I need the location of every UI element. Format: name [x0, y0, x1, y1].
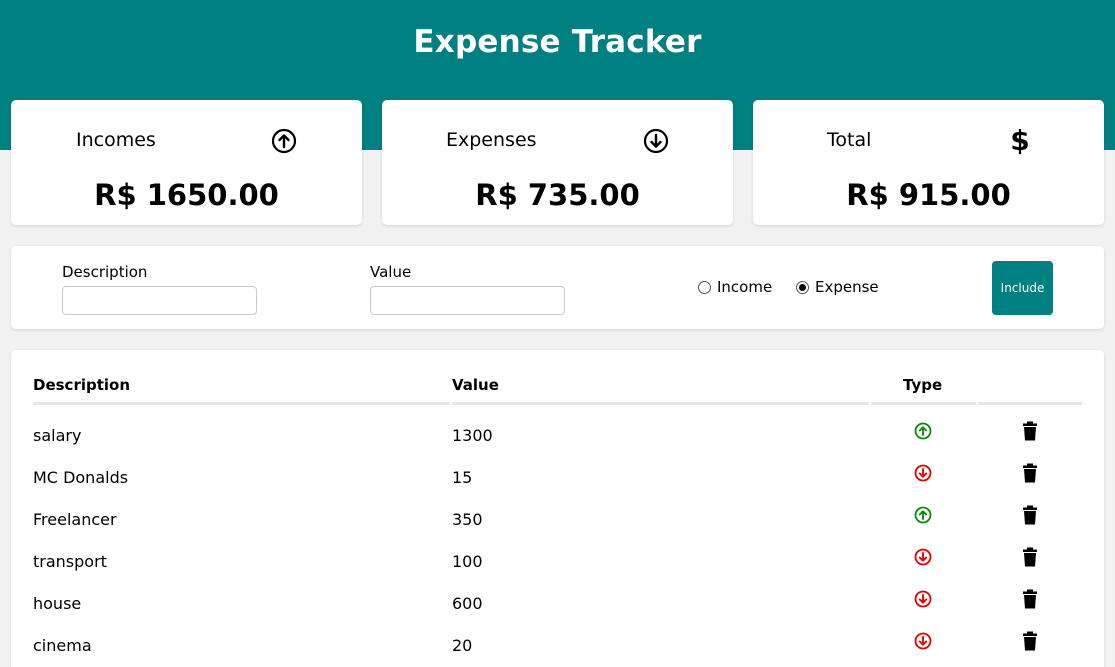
- radio-income[interactable]: Income: [698, 278, 772, 296]
- total-value: R$ 915.00: [846, 178, 1011, 212]
- row-description: MC Donalds: [33, 468, 129, 487]
- row-description: house: [33, 594, 82, 613]
- table-row: house 600: [11, 594, 1104, 636]
- total-label: Total: [827, 129, 872, 151]
- delete-trash-icon[interactable]: [1021, 547, 1039, 567]
- row-description: transport: [33, 552, 107, 571]
- radio-income-button[interactable]: [698, 280, 711, 294]
- total-card: Total $ R$ 915.00: [753, 100, 1104, 225]
- incomes-card: Incomes R$ 1650.00: [11, 100, 362, 225]
- arrow-down-circle-icon: [643, 128, 669, 154]
- delete-trash-icon[interactable]: [1021, 631, 1039, 651]
- value-label: Value: [370, 263, 412, 281]
- add-transaction-form: Description Value Income Expense Include: [11, 246, 1104, 329]
- income-arrow-up-icon: [913, 421, 933, 441]
- header-divider: [978, 402, 1082, 405]
- delete-trash-icon[interactable]: [1021, 421, 1039, 441]
- row-value: 20: [452, 636, 473, 655]
- header-divider: [871, 402, 976, 405]
- radio-expense[interactable]: Expense: [796, 278, 879, 296]
- expense-arrow-down-icon: [913, 631, 933, 651]
- transactions-table: Description Value Type salary 1300 MC Dona…: [11, 350, 1104, 667]
- expense-arrow-down-icon: [913, 547, 933, 567]
- row-value: 350: [452, 510, 483, 529]
- table-row: transport 100: [11, 552, 1104, 594]
- row-value: 1300: [452, 426, 493, 445]
- row-value: 15: [452, 468, 473, 487]
- radio-income-label: Income: [717, 278, 773, 296]
- table-row: cinema 20: [11, 636, 1104, 667]
- include-button[interactable]: Include: [992, 261, 1053, 315]
- incomes-value: R$ 1650.00: [94, 178, 279, 212]
- row-value: 100: [452, 552, 483, 571]
- header-divider: [452, 402, 869, 405]
- row-value: 600: [452, 594, 483, 613]
- table-row: Freelancer 350: [11, 510, 1104, 552]
- table-row: salary 1300: [11, 426, 1104, 468]
- delete-trash-icon[interactable]: [1021, 505, 1039, 525]
- expenses-label: Expenses: [446, 129, 537, 151]
- row-description: cinema: [33, 636, 92, 655]
- expenses-value: R$ 735.00: [475, 178, 640, 212]
- app-title: Expense Tracker: [413, 24, 702, 60]
- expense-arrow-down-icon: [913, 463, 933, 483]
- income-arrow-up-icon: [913, 505, 933, 525]
- header-type: Type: [903, 376, 943, 394]
- radio-expense-label: Expense: [815, 278, 879, 296]
- incomes-label: Incomes: [76, 129, 156, 151]
- radio-expense-button[interactable]: [796, 280, 809, 294]
- expenses-card: Expenses R$ 735.00: [382, 100, 733, 225]
- header-description: Description: [33, 376, 131, 394]
- header-value: Value: [452, 376, 499, 394]
- dollar-sign-icon: $: [1010, 124, 1030, 157]
- arrow-up-circle-icon: [271, 128, 297, 154]
- row-description: salary: [33, 426, 82, 445]
- description-label: Description: [62, 263, 148, 281]
- table-row: MC Donalds 15: [11, 468, 1104, 510]
- expense-arrow-down-icon: [913, 589, 933, 609]
- value-input[interactable]: [370, 286, 565, 315]
- delete-trash-icon[interactable]: [1021, 463, 1039, 483]
- row-description: Freelancer: [33, 510, 117, 529]
- header-divider: [33, 402, 450, 405]
- delete-trash-icon[interactable]: [1021, 589, 1039, 609]
- description-input[interactable]: [62, 286, 257, 315]
